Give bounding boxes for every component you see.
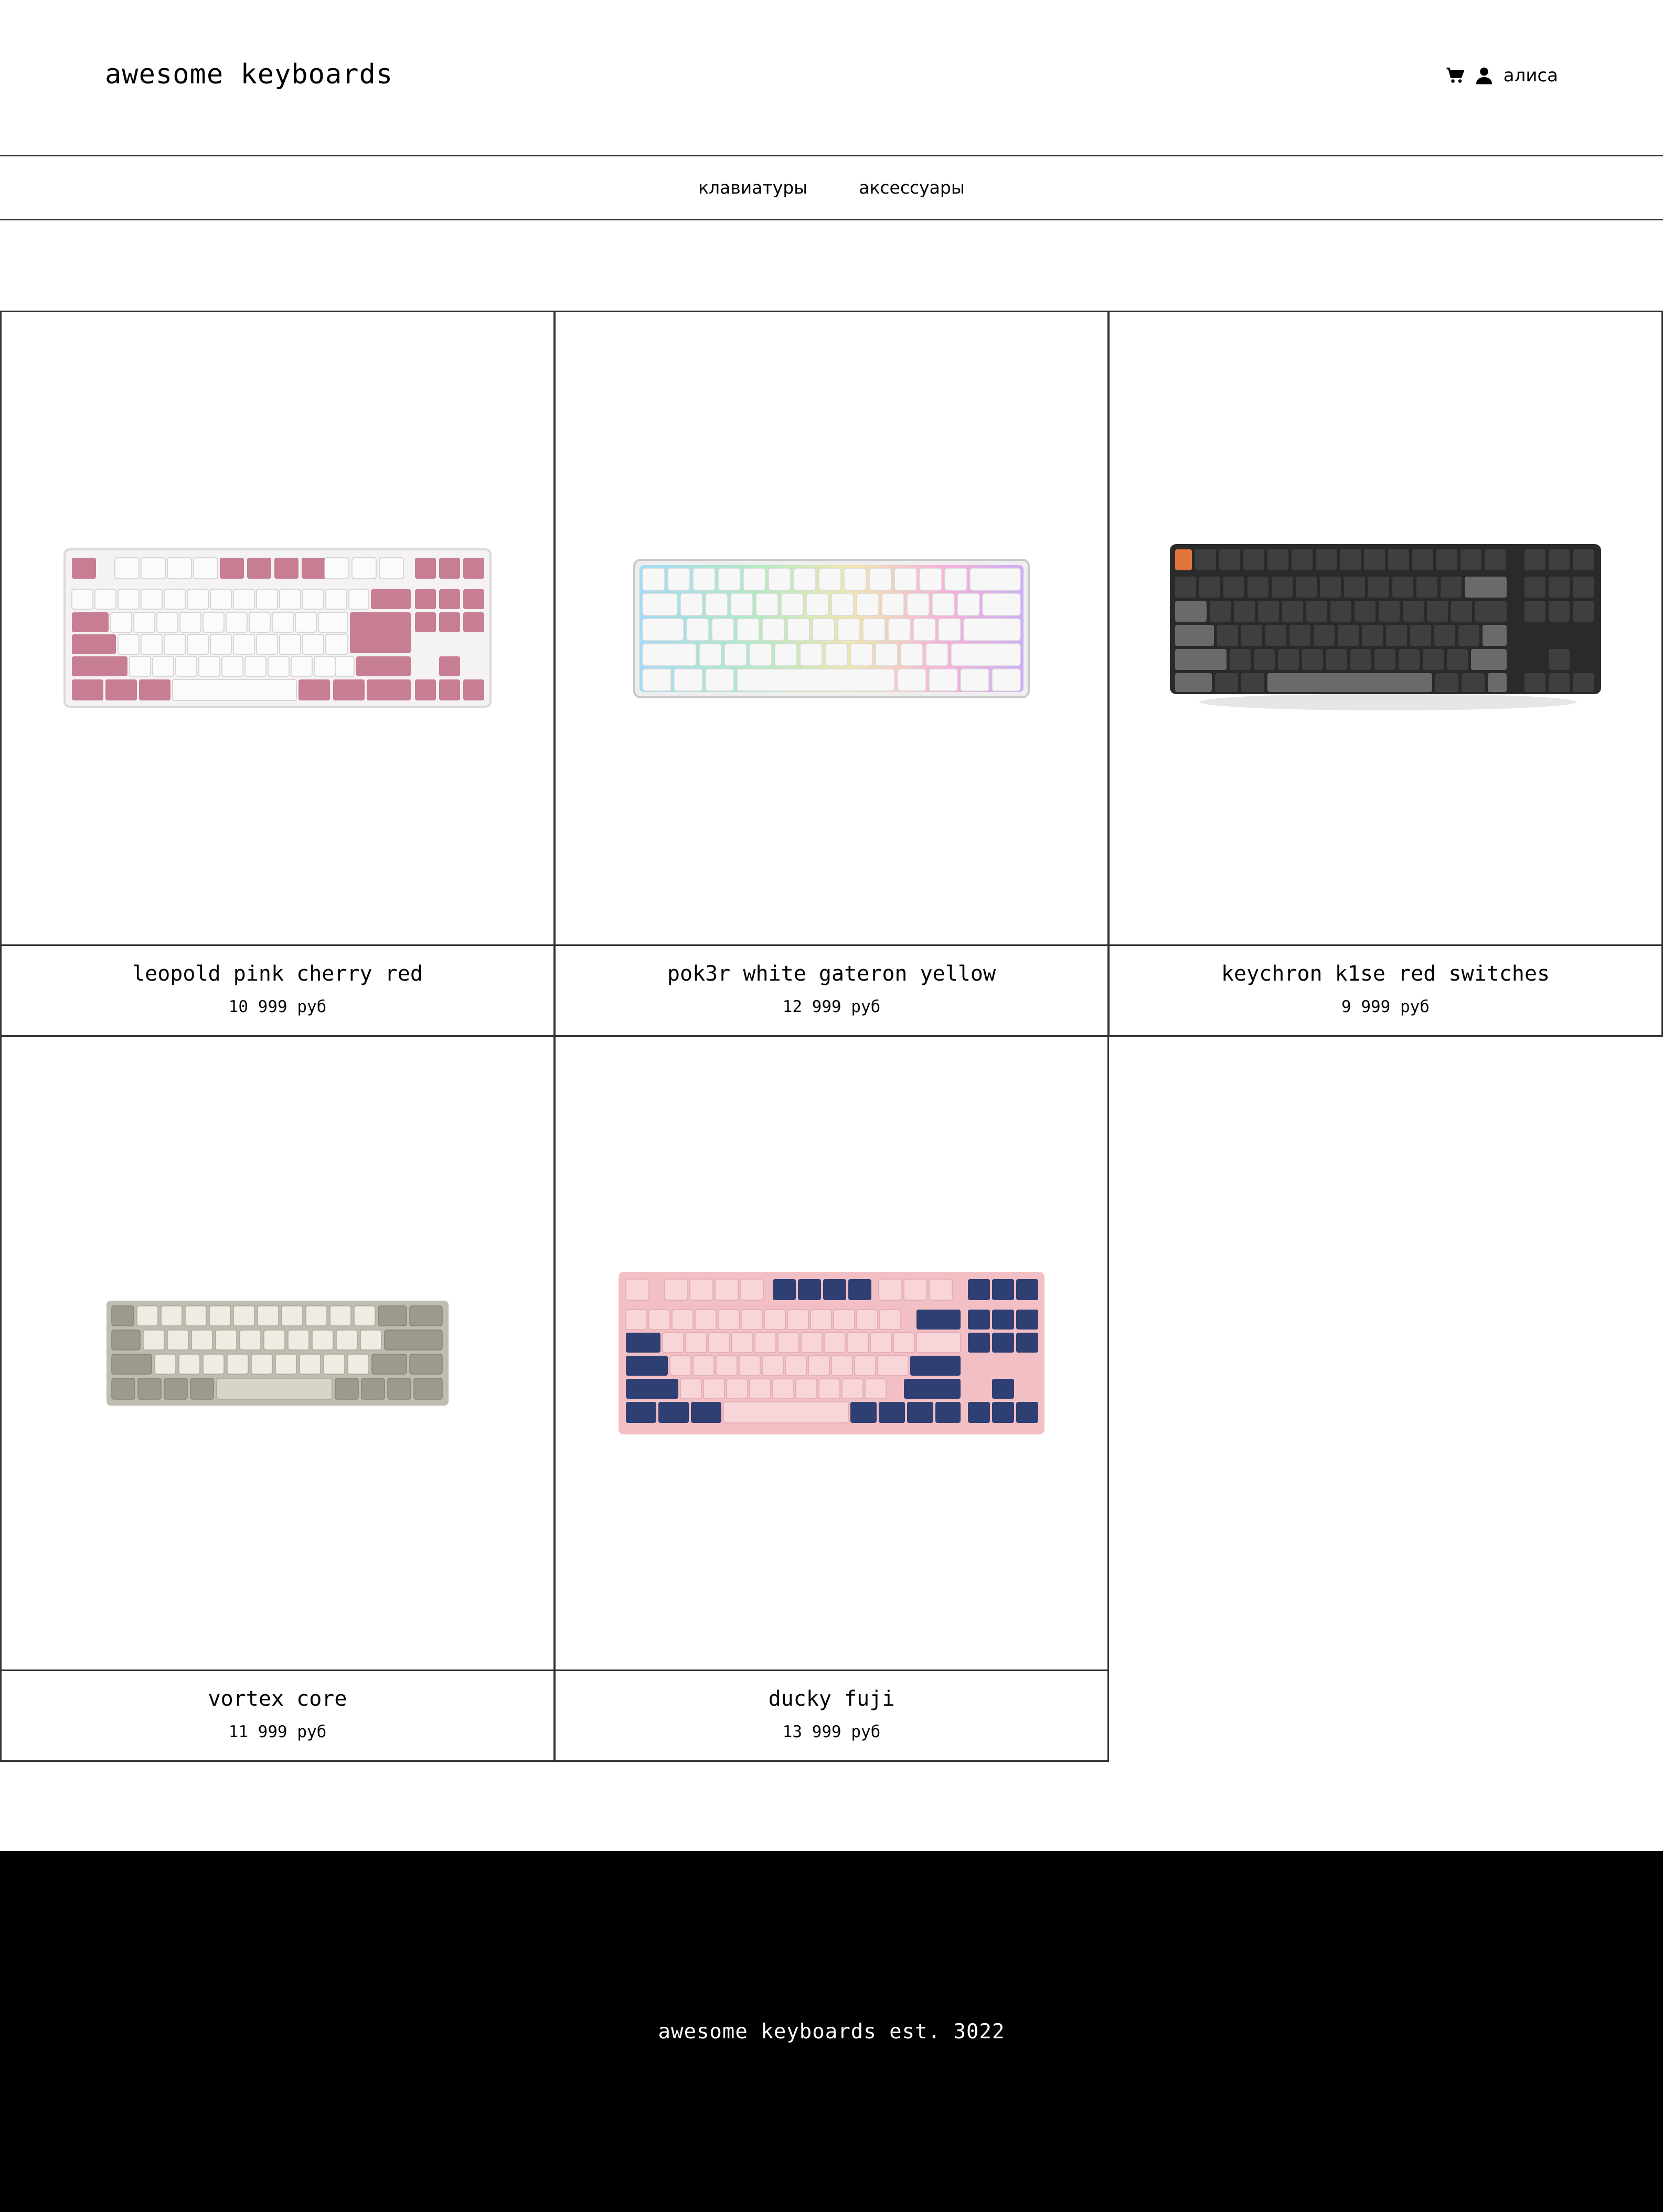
product-card[interactable]: keychron k1se red switches 9 999 руб (1108, 311, 1663, 1037)
product-name[interactable]: vortex core (2, 1687, 553, 1711)
keyboard-pink-navy-image (619, 1271, 1044, 1434)
product-price: 9 999 руб (1341, 997, 1430, 1016)
product-name[interactable]: keychron k1se red switches (1110, 962, 1661, 986)
product-image[interactable] (2, 1037, 553, 1671)
product-price: 10 999 руб (228, 997, 327, 1016)
product-name[interactable]: leopold pink cherry red (2, 962, 553, 986)
product-card[interactable]: vortex core 11 999 руб (0, 1036, 555, 1762)
product-image[interactable] (556, 1037, 1107, 1671)
keyboard-pink-white-image (63, 548, 492, 708)
site-logo[interactable]: awesome keyboards (105, 59, 393, 90)
user-area: алиса (1446, 65, 1558, 86)
nav-item-accessories[interactable]: аксессуары (859, 177, 965, 198)
product-card[interactable]: pok3r white gateron yellow 12 999 руб (554, 311, 1109, 1037)
main-nav: клавиатуры аксессуары (0, 156, 1663, 220)
keyboard-white-rgb-image (633, 558, 1030, 698)
product-image[interactable] (556, 312, 1107, 946)
product-image[interactable] (2, 312, 553, 946)
cart-icon[interactable] (1446, 67, 1465, 84)
keyboard-black-image (1170, 544, 1601, 710)
product-card[interactable]: ducky fuji 13 999 руб (554, 1036, 1109, 1762)
product-name[interactable]: pok3r white gateron yellow (556, 962, 1107, 986)
site-footer: awesome keyboards est. 3022 (0, 1851, 1663, 2212)
nav-item-keyboards[interactable]: клавиатуры (698, 177, 807, 198)
product-price: 13 999 руб (782, 1722, 881, 1741)
product-card[interactable]: leopold pink cherry red 10 999 руб (0, 311, 555, 1037)
site-header: awesome keyboards алиса (0, 0, 1663, 156)
product-image[interactable] (1110, 312, 1661, 946)
product-name[interactable]: ducky fuji (556, 1687, 1107, 1711)
user-name-link[interactable]: алиса (1504, 65, 1558, 86)
product-price: 12 999 руб (782, 997, 881, 1016)
product-price: 11 999 руб (228, 1722, 327, 1741)
keyboard-beige-40-image (106, 1300, 449, 1406)
user-icon[interactable] (1476, 67, 1492, 84)
footer-text: awesome keyboards est. 3022 (658, 2019, 1005, 2044)
